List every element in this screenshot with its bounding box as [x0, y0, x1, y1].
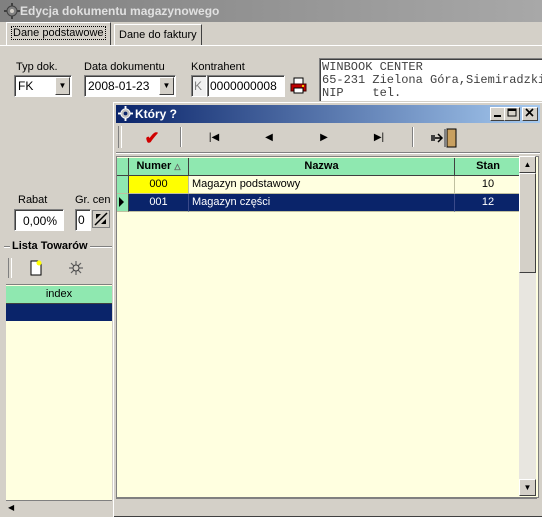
tab-dane-podstawowe[interactable]: Dane podstawowe: [6, 22, 111, 45]
kontrahent-field[interactable]: 0000000008: [207, 75, 285, 97]
kontrahent-label: Kontrahent: [191, 61, 245, 73]
minimize-icon: [494, 115, 501, 117]
record-navigator: ✔ |◀ ◀ ▶ ▶|: [116, 125, 540, 151]
typ-dok-label: Typ dok.: [16, 61, 58, 73]
row-indicator[interactable]: [117, 176, 129, 194]
table-cell-numer[interactable]: 001: [129, 194, 189, 212]
window-title: Edycja dokumentu magazynowego: [20, 4, 220, 18]
kontrahent-value: 0000000008: [210, 79, 277, 93]
row-pointer-icon: [119, 197, 124, 207]
confirm-button[interactable]: ✔: [128, 126, 176, 150]
column-header-stan[interactable]: Stan: [455, 158, 522, 176]
table-cell-nazwa[interactable]: Magazyn części: [189, 194, 455, 212]
lista-towarow-grid[interactable]: index: [6, 284, 112, 509]
exit-door-icon[interactable]: [430, 128, 460, 148]
maximize-button[interactable]: [504, 107, 520, 121]
contractor-name: WINBOOK CENTER: [322, 60, 423, 74]
rabat-value: 0,00%: [23, 214, 58, 228]
kontrahent-prefix: K: [191, 75, 207, 97]
scroll-down-icon[interactable]: ▼: [519, 479, 536, 496]
data-dokumentu-value: 2008-01-23: [88, 79, 150, 93]
scroll-left-icon[interactable]: ◀: [8, 503, 14, 512]
main-title-bar: Edycja dokumentu magazynowego: [0, 0, 542, 22]
spin-arrows-icon[interactable]: [92, 210, 110, 228]
dialog-title: Który ?: [135, 107, 177, 121]
dialog-status-strip: [116, 498, 537, 515]
next-record-button[interactable]: ▶: [302, 126, 346, 150]
typ-dok-value: FK: [18, 79, 34, 93]
kontrahent-prefix-text: K: [194, 79, 203, 93]
first-record-button[interactable]: |◀: [192, 126, 236, 150]
last-record-button[interactable]: ▶|: [357, 126, 401, 150]
table-cell-stan[interactable]: 12: [455, 194, 522, 212]
gr-cen-field[interactable]: 0: [75, 209, 91, 231]
rabat-field[interactable]: 0,00%: [14, 209, 64, 231]
chevron-down-icon[interactable]: ▼: [159, 77, 174, 95]
rabat-label: Rabat: [18, 194, 48, 206]
separator: [412, 127, 414, 147]
nav-divider-light: [116, 153, 540, 154]
tab-dane-do-faktury[interactable]: Dane do faktury: [114, 24, 202, 45]
tab-label: Dane podstawowe: [11, 26, 106, 40]
close-icon: [525, 108, 534, 117]
panel-border: [0, 45, 542, 46]
data-dokumentu-label: Data dokumentu: [84, 61, 165, 73]
column-header-label: Numer: [136, 160, 172, 172]
typ-dok-combo[interactable]: FK ▼: [14, 75, 72, 97]
chevron-down-icon[interactable]: ▼: [55, 77, 70, 95]
table-cell-numer[interactable]: 000: [129, 176, 189, 194]
separator: [180, 127, 182, 147]
scroll-thumb[interactable]: [519, 173, 536, 273]
row-indicator[interactable]: [117, 194, 129, 212]
tab-strip: Dane podstawowe Dane do faktury: [0, 22, 542, 46]
delete-icon[interactable]: [67, 260, 85, 276]
toolbar-grip: [8, 258, 12, 278]
table-cell-stan[interactable]: 10: [455, 176, 522, 194]
gear-icon: [4, 3, 20, 19]
grid-vscroll[interactable]: ▲ ▼: [519, 156, 536, 496]
ktory-dialog: Który ? ✔ |◀ ◀ ▶ ▶| Numer △ Nazwa Stan 0…: [112, 101, 542, 517]
toolbar-grip: [118, 126, 122, 148]
close-button[interactable]: [522, 107, 538, 121]
dialog-title-bar: Który ?: [116, 105, 540, 123]
contractor-info: WINBOOK CENTER 65-231 Zielona Góra,Siemi…: [319, 58, 542, 102]
printer-icon[interactable]: [289, 77, 309, 95]
table-cell-nazwa[interactable]: Magazyn podstawowy: [189, 176, 455, 194]
new-document-icon[interactable]: [28, 260, 44, 276]
indicator-header: [117, 158, 129, 176]
column-header-numer[interactable]: Numer △: [129, 158, 189, 176]
column-header-index[interactable]: index: [6, 286, 112, 304]
selected-row[interactable]: [6, 304, 112, 321]
tab-label: Dane do faktury: [119, 29, 197, 41]
lista-towarow-title: Lista Towarów: [10, 240, 90, 252]
warehouse-grid[interactable]: Numer △ Nazwa Stan 000 Magazyn podstawow…: [116, 156, 539, 498]
gear-icon: [118, 106, 133, 121]
lista-hscroll[interactable]: ◀: [6, 500, 112, 517]
gr-cen-value: 0: [78, 213, 85, 227]
maximize-icon: [507, 108, 517, 117]
contractor-nip-tel: NIP tel.: [322, 86, 402, 100]
data-dokumentu-field[interactable]: 2008-01-23 ▼: [84, 75, 176, 97]
prev-record-button[interactable]: ◀: [247, 126, 291, 150]
sort-asc-icon: △: [174, 162, 181, 171]
scroll-up-icon[interactable]: ▲: [519, 156, 536, 173]
gr-cen-label: Gr. cen: [75, 194, 111, 206]
column-header-nazwa[interactable]: Nazwa: [189, 158, 455, 176]
